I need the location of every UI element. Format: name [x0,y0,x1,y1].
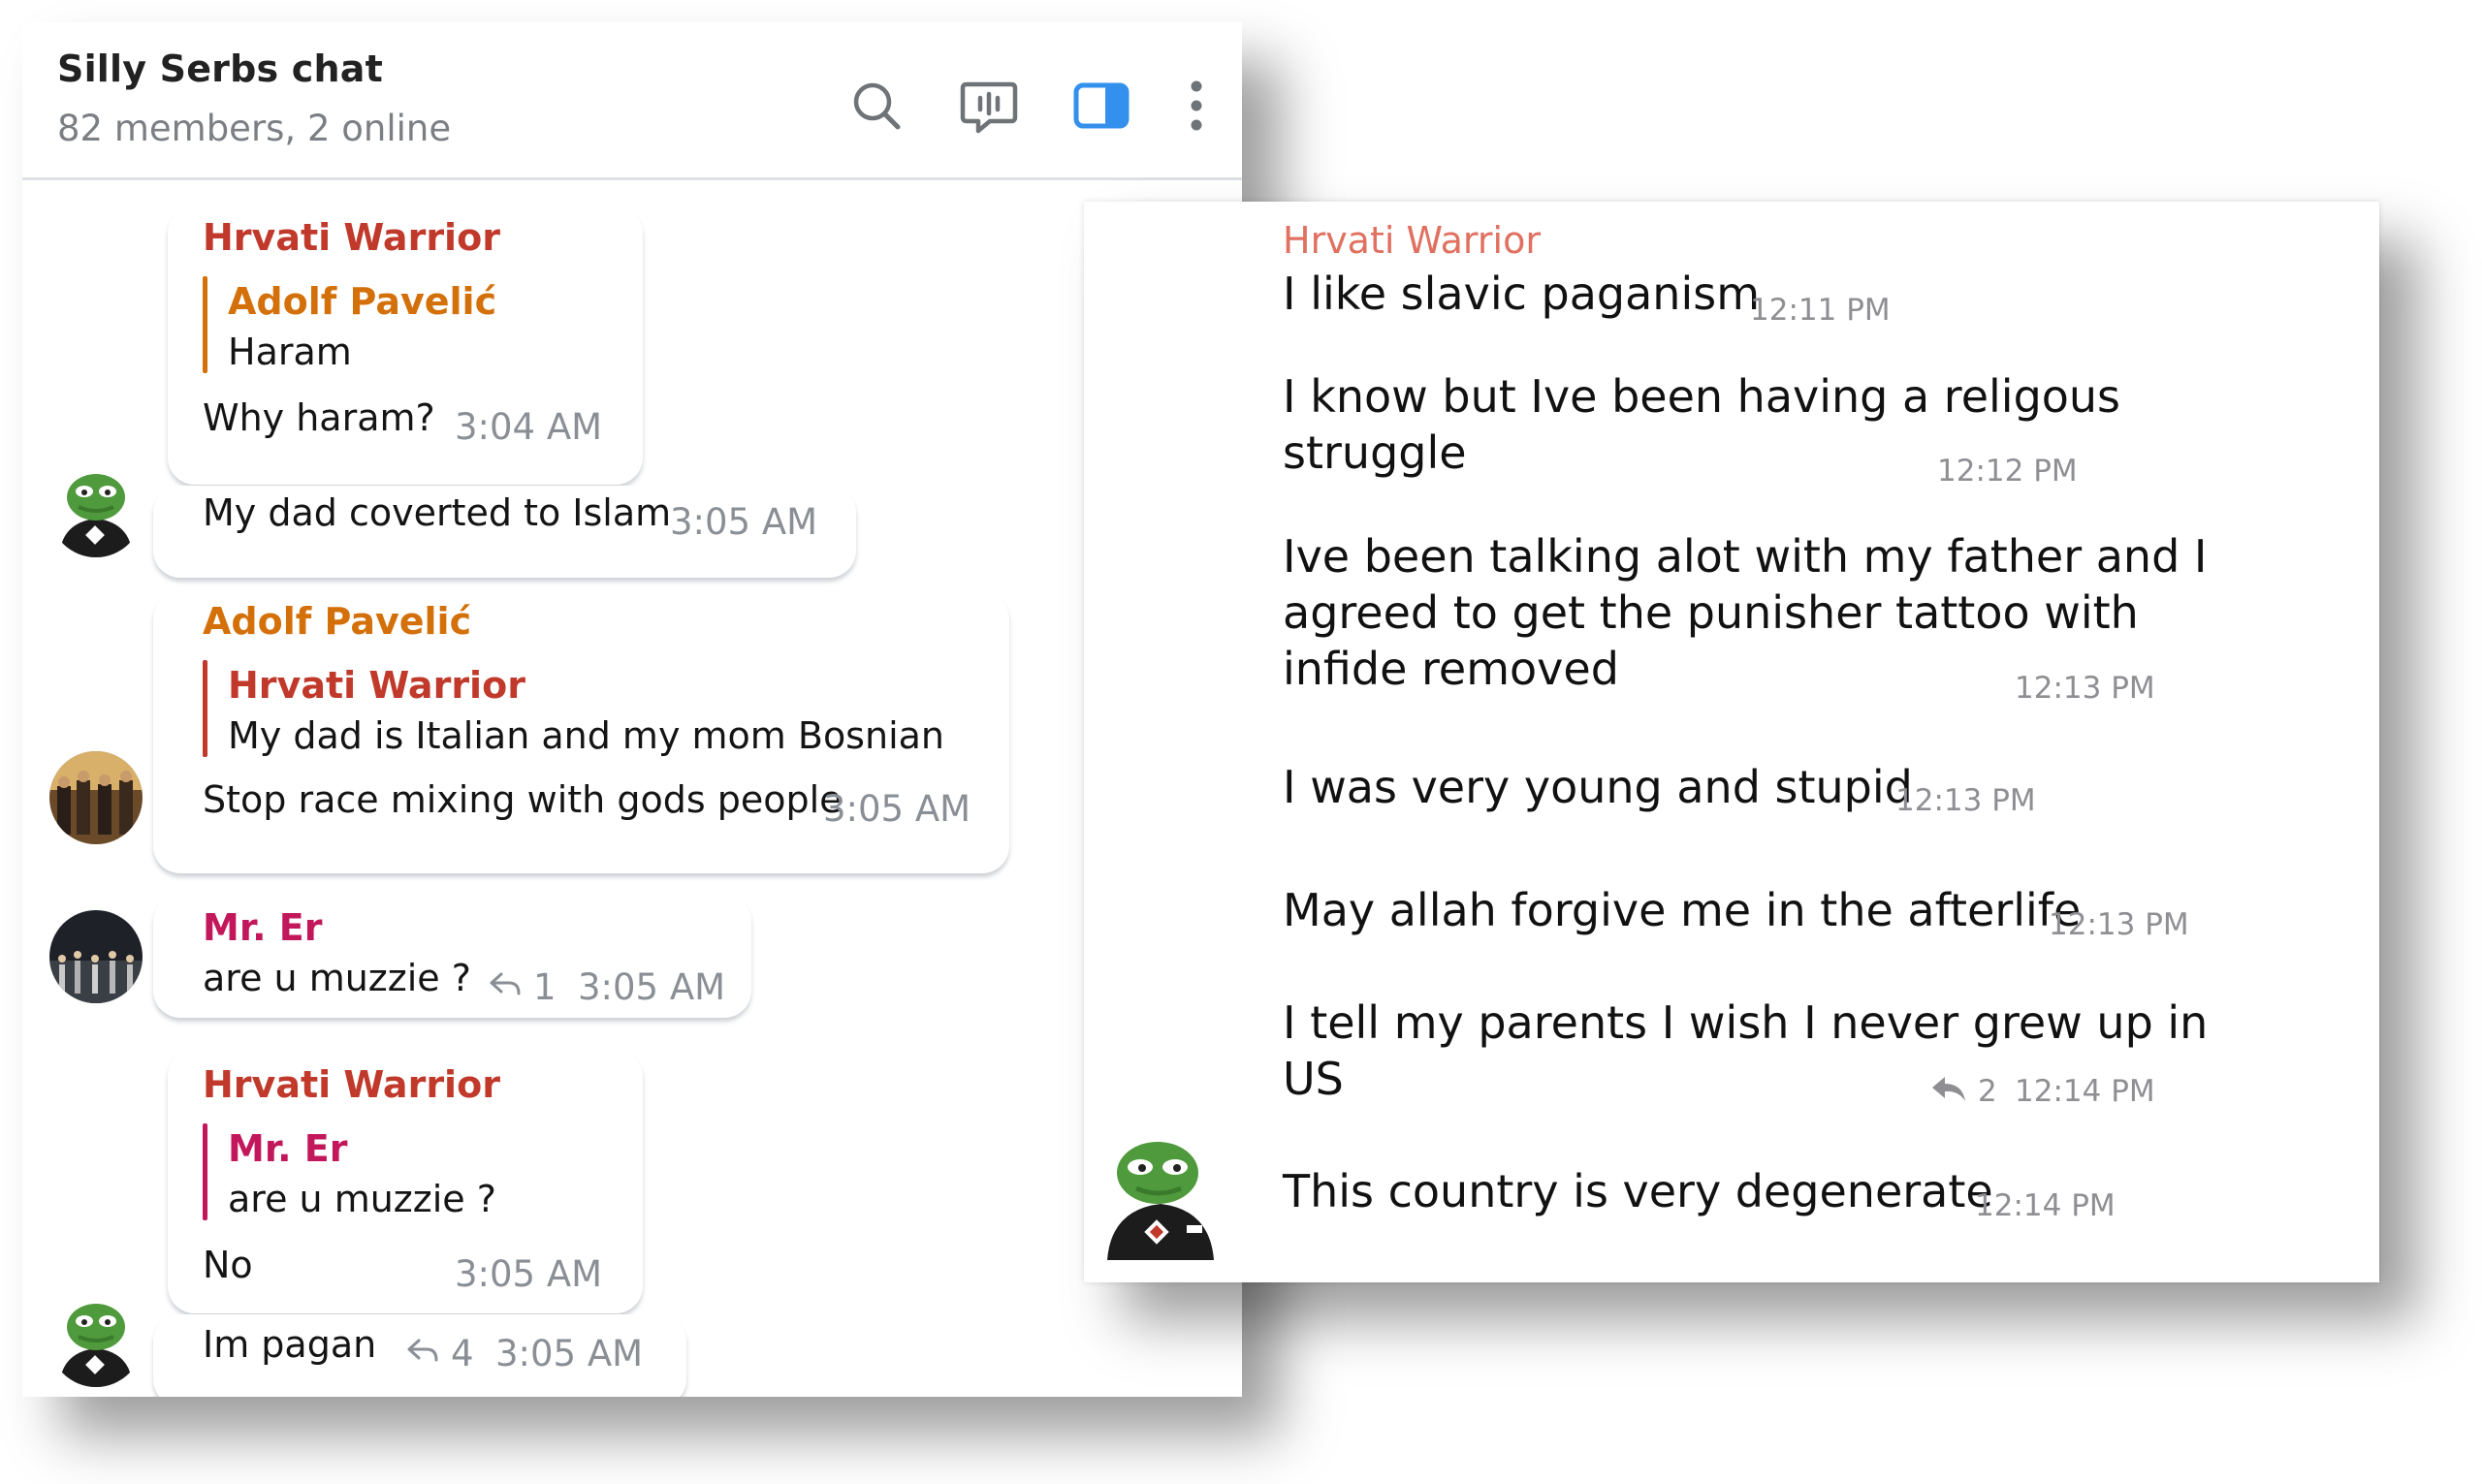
message-time: 3:05 AM [495,1333,644,1374]
sender-name[interactable]: Hrvati Warrior [203,1063,500,1106]
quote-text[interactable]: Haram [228,331,352,373]
reply-count[interactable]: 1 [533,966,557,1008]
message-text: This country is very degenerate [1283,1165,1993,1217]
avatar-adolf-pavelic[interactable] [49,751,143,844]
quote-sender[interactable]: Mr. Er [228,1127,348,1170]
message-text: Why haram? [203,396,435,439]
chat-member-count: 82 members, 2 online [57,108,452,149]
message-text: Stop race mixing with gods people [203,778,843,821]
message-time: 12:11 PM [1750,293,1891,328]
quote-bar [203,276,207,373]
sender-name[interactable]: Adolf Pavelić [203,600,471,643]
message-text: No [203,1244,253,1286]
more-vertical-icon[interactable] [1162,73,1230,141]
voice-chat-icon[interactable] [955,73,1023,141]
avatar-mr-er[interactable] [49,910,143,1003]
quote-sender[interactable]: Adolf Pavelić [228,280,496,323]
message-text: I was very young and stupid [1283,761,1913,813]
avatar-hrvati-warrior[interactable] [1098,1130,1224,1260]
sender-name[interactable]: Hrvati Warrior [203,216,500,259]
sender-name[interactable]: Mr. Er [203,906,323,949]
message-time: 12:14 PM [2015,1074,2155,1109]
message-time: 3:05 AM [823,788,971,830]
sidebar-toggle-icon[interactable] [1067,73,1135,141]
chat-title[interactable]: Silly Serbs chat [57,47,383,90]
message-time: 12:13 PM [2015,671,2155,706]
message-time: 3:05 AM [455,1253,603,1295]
reply-count[interactable]: 4 [451,1333,474,1374]
message-time: 12:14 PM [1975,1188,2116,1223]
message-time: 3:05 AM [578,966,726,1008]
message-time: 3:04 AM [455,406,603,448]
message-text: May allah forgive me in the afterlife [1283,884,2082,936]
chat-window-right: Hrvati Warrior I like slavic paganism 12… [1084,202,2379,1282]
sender-name[interactable]: Hrvati Warrior [1283,219,1541,262]
quote-bar [203,660,207,757]
message-text: I like slavic paganism [1283,268,1761,320]
avatar-hrvati-warrior[interactable] [49,464,143,557]
message-time: 12:13 PM [1895,783,2036,818]
reply-icon[interactable] [405,1337,440,1366]
reply-icon[interactable] [488,970,523,999]
quote-bar [203,1123,207,1220]
message-text: are u muzzie ? [203,957,471,999]
message-time: 3:05 AM [670,501,818,543]
avatar-hrvati-warrior[interactable] [49,1294,143,1387]
search-icon[interactable] [843,73,911,141]
message-text: My dad coverted to Islam [203,491,672,534]
reply-count[interactable]: 2 [1978,1074,1997,1109]
quote-text[interactable]: are u muzzie ? [228,1178,496,1220]
chat-window-left: Silly Serbs chat 82 members, 2 online Hr… [22,22,1242,1397]
quote-text[interactable]: My dad is Italian and my mom Bosnian [228,714,944,757]
chat-header: Silly Serbs chat 82 members, 2 online [22,22,1242,180]
message-time: 12:12 PM [1937,454,2078,489]
message-time: 12:13 PM [2049,907,2189,942]
quote-sender[interactable]: Hrvati Warrior [228,664,525,707]
message-text: Im pagan [203,1323,377,1366]
reply-icon[interactable] [1929,1074,1968,1105]
